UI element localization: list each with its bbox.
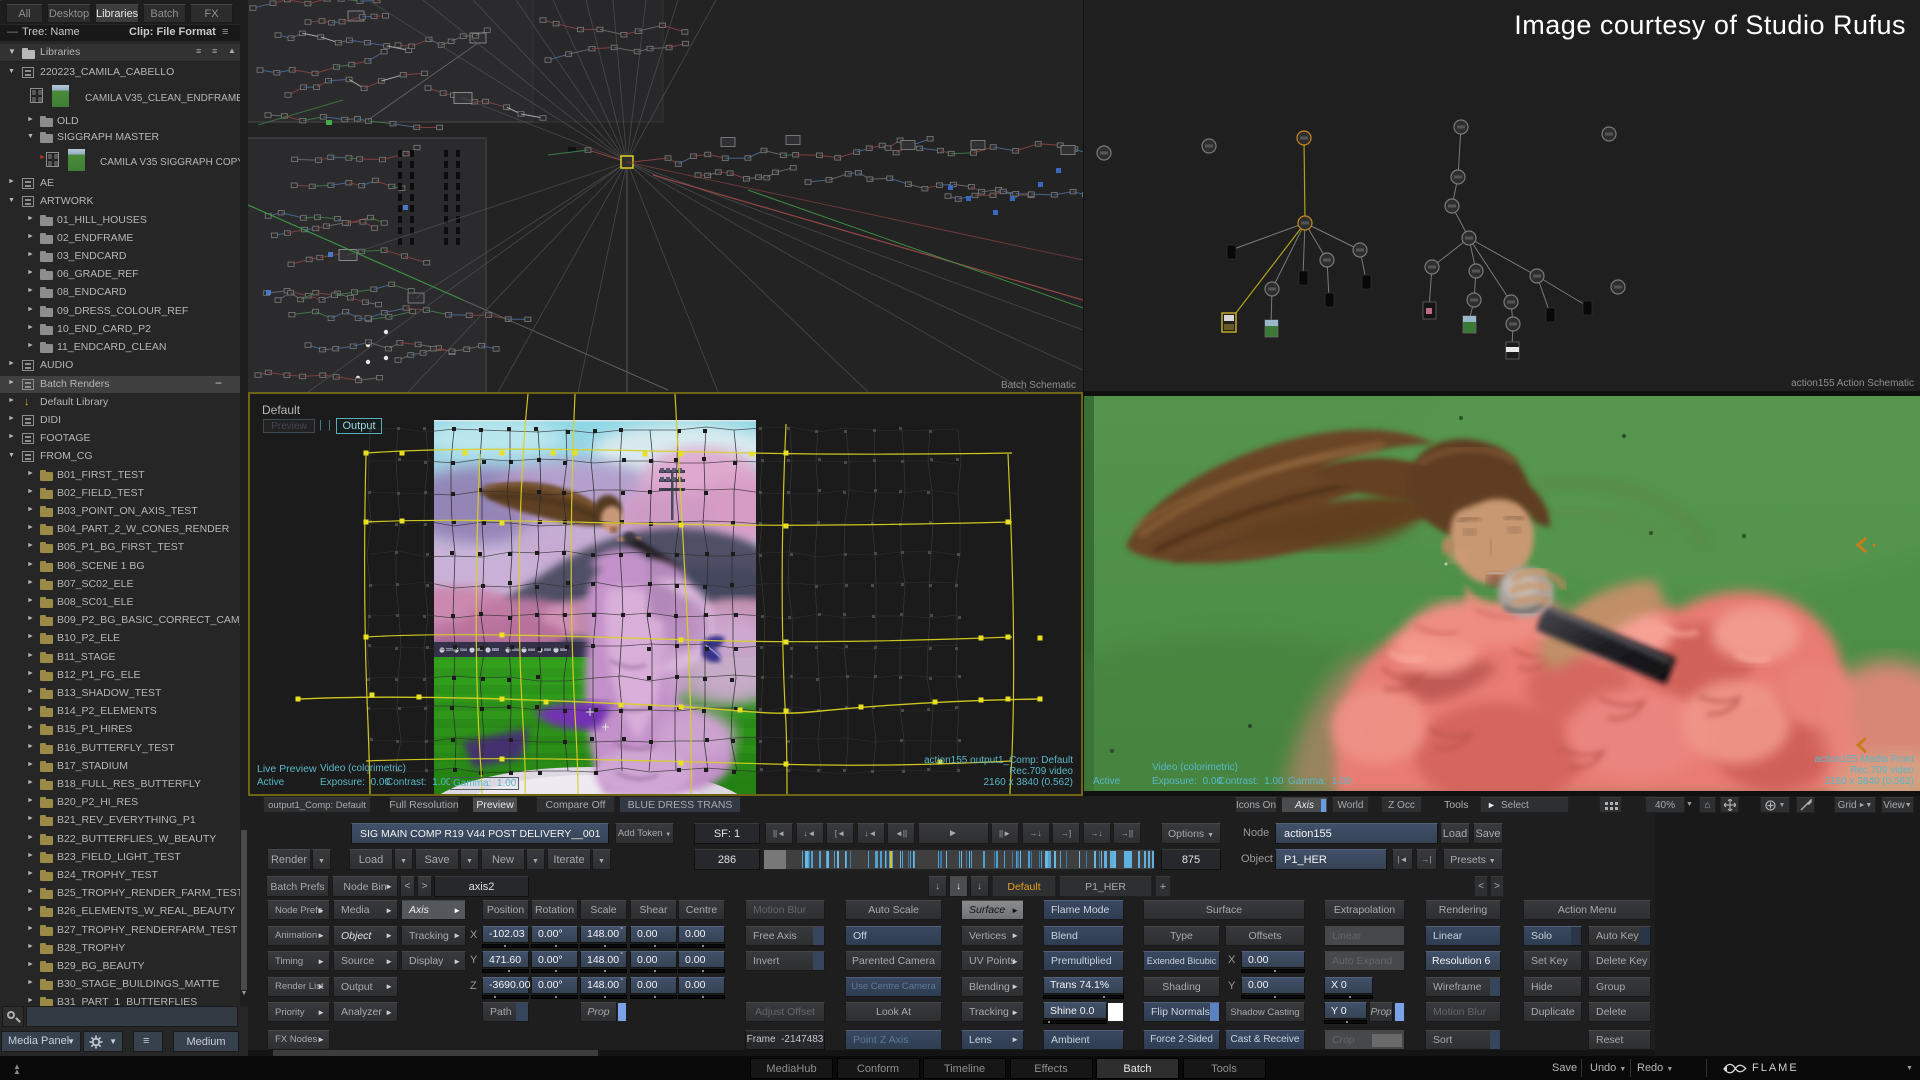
svg-text:action155 Action Schematic: action155 Action Schematic bbox=[1791, 378, 1914, 389]
svg-text:Batch Schematic: Batch Schematic bbox=[1001, 380, 1076, 391]
